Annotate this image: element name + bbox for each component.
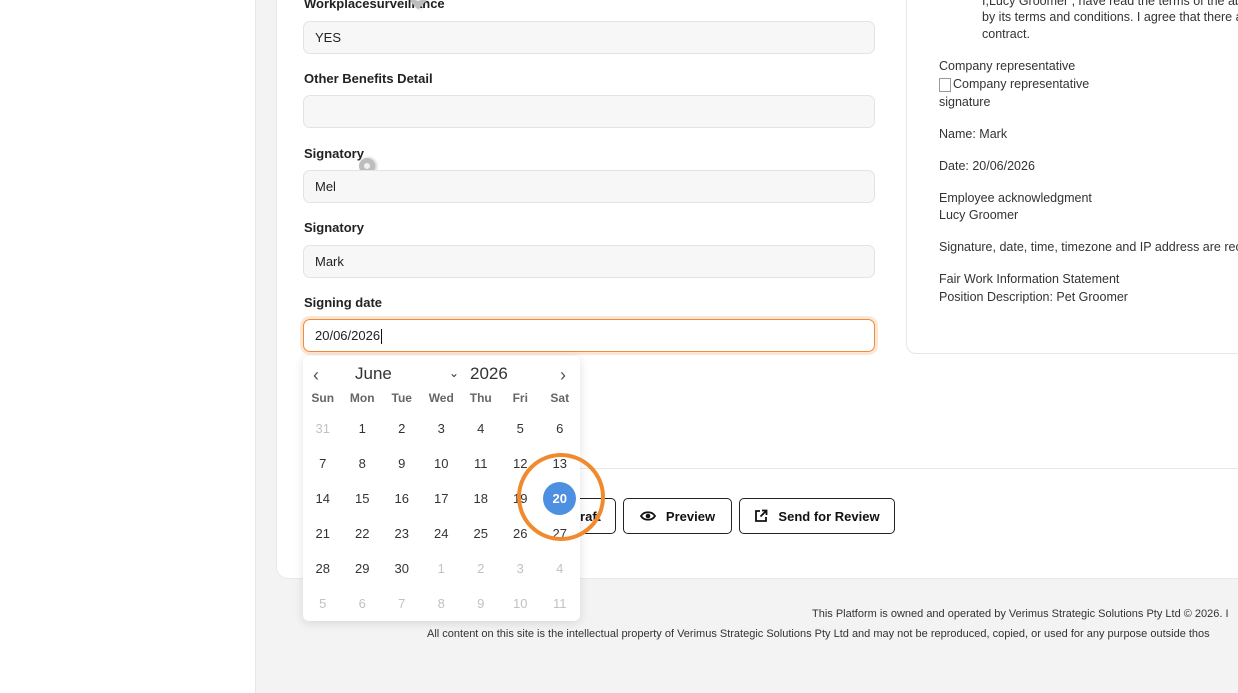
weekday-header: Wed bbox=[428, 391, 454, 405]
calendar-day[interactable]: 26 bbox=[501, 516, 541, 551]
date-picker-popup: ‹ June ⌄ 2026 › Sun Mon Tue Wed Thu Fri Sat 31 1… bbox=[303, 356, 580, 621]
calendar-day[interactable]: 2 bbox=[382, 411, 422, 446]
calendar-day[interactable]: 1 bbox=[422, 551, 462, 586]
weekday-header: Mon bbox=[349, 391, 375, 405]
calendar-day[interactable]: 2 bbox=[461, 551, 501, 586]
footer-copyright: All content on this site is the intellec… bbox=[427, 628, 1210, 640]
weekday-header: Tue bbox=[391, 391, 412, 405]
company-rep-label: Company representative bbox=[939, 59, 1076, 73]
doc-fair-work-statement: Fair Work Information Statement bbox=[939, 272, 1120, 286]
calendar-day[interactable]: 19 bbox=[501, 481, 541, 516]
text-caret bbox=[381, 329, 383, 345]
weekday-header: Sat bbox=[550, 391, 570, 405]
chevron-down-icon[interactable]: ⌄ bbox=[449, 366, 459, 380]
calendar-day[interactable]: 11 bbox=[461, 446, 501, 481]
left-blank-area bbox=[0, 0, 256, 693]
calendar-day[interactable]: 28 bbox=[303, 551, 343, 586]
terms-line-2: by its terms and conditions. I agree tha… bbox=[982, 10, 1238, 24]
calendar-day[interactable]: 25 bbox=[461, 516, 501, 551]
calendar-day[interactable]: 5 bbox=[303, 586, 343, 621]
calendar-day[interactable]: 6 bbox=[540, 411, 580, 446]
section-divider bbox=[580, 468, 1238, 469]
calendar-day[interactable]: 14 bbox=[303, 481, 343, 516]
employee-ack-label: Employee acknowledgment bbox=[939, 191, 1092, 205]
calendar-day[interactable]: 22 bbox=[343, 516, 383, 551]
calendar-day[interactable]: 3 bbox=[422, 411, 462, 446]
calendar-day[interactable]: 21 bbox=[303, 516, 343, 551]
calendar-day[interactable]: 8 bbox=[343, 446, 383, 481]
calendar-day[interactable]: 27 bbox=[540, 516, 580, 551]
label-signatory-2: Signatory bbox=[304, 220, 364, 235]
calendar-day[interactable]: 4 bbox=[461, 411, 501, 446]
eye-icon bbox=[639, 511, 656, 521]
weekday-header: Fri bbox=[512, 391, 528, 405]
calendar-day[interactable]: 16 bbox=[382, 481, 422, 516]
calendar-day[interactable]: 9 bbox=[461, 586, 501, 621]
calendar-day[interactable]: 7 bbox=[303, 446, 343, 481]
weekday-header: Thu bbox=[469, 391, 492, 405]
terms-line-3: contract. bbox=[982, 27, 1030, 41]
signatory-2-field[interactable]: Mark bbox=[303, 245, 875, 278]
employee-ack-name: Lucy Groomer bbox=[939, 208, 1019, 222]
calendar-day[interactable]: 17 bbox=[422, 481, 462, 516]
calendar-day[interactable]: 30 bbox=[382, 551, 422, 586]
calendar-day[interactable]: 15 bbox=[343, 481, 383, 516]
external-link-icon bbox=[755, 509, 768, 522]
calendar-day[interactable]: 7 bbox=[382, 586, 422, 621]
calendar-day[interactable]: 11 bbox=[540, 586, 580, 621]
next-month-icon[interactable]: › bbox=[560, 365, 566, 386]
preview-button[interactable]: Preview bbox=[623, 498, 732, 534]
rep-name: Name: Mark bbox=[939, 127, 1008, 141]
company-rep-alt-text-2: signature bbox=[939, 95, 991, 109]
preview-label: Preview bbox=[665, 508, 716, 524]
date-picker-header: ‹ June ⌄ 2026 › bbox=[303, 356, 580, 392]
send-for-review-label: Send for Review bbox=[778, 508, 880, 524]
month-select[interactable]: June bbox=[355, 364, 392, 384]
signature-note: Signature, date, time, timezone and IP a… bbox=[939, 240, 1238, 254]
year-input[interactable]: 2026 bbox=[470, 364, 508, 384]
calendar-day[interactable]: 18 bbox=[461, 481, 501, 516]
label-signing-date: Signing date bbox=[304, 295, 382, 310]
calendar-day[interactable]: 24 bbox=[422, 516, 462, 551]
calendar-day[interactable]: 5 bbox=[501, 411, 541, 446]
rep-date: Date: 20/06/2026 bbox=[939, 159, 1035, 173]
label-signatory-1: Signatory bbox=[304, 146, 364, 161]
calendar-day[interactable]: 29 bbox=[343, 551, 383, 586]
calendar-day[interactable]: 31 bbox=[303, 411, 343, 446]
calendar-day[interactable]: 13 bbox=[540, 446, 580, 481]
calendar-day[interactable]: 12 bbox=[501, 446, 541, 481]
broken-image-icon bbox=[939, 77, 951, 92]
calendar-day[interactable]: 8 bbox=[422, 586, 462, 621]
calendar-day[interactable]: 4 bbox=[540, 551, 580, 586]
calendar-day[interactable]: 10 bbox=[501, 586, 541, 621]
send-for-review-button[interactable]: Send for Review bbox=[739, 498, 895, 534]
signing-date-value: 20/06/2026 bbox=[315, 328, 381, 343]
calendar-day[interactable]: 23 bbox=[382, 516, 422, 551]
label-other-benefits-detail: Other Benefits Detail bbox=[304, 71, 433, 86]
signing-date-input[interactable]: 20/06/2026 bbox=[303, 319, 875, 352]
weekday-header: Sun bbox=[311, 391, 335, 405]
workplace-surveillance-field[interactable]: YES bbox=[303, 21, 875, 54]
footer-ownership: This Platform is owned and operated by V… bbox=[812, 608, 1229, 620]
calendar-day[interactable]: 1 bbox=[343, 411, 383, 446]
signatory-1-field[interactable]: Mel bbox=[303, 170, 875, 203]
company-rep-signature-image: Company representative bbox=[939, 75, 1089, 93]
calendar-day[interactable]: 9 bbox=[382, 446, 422, 481]
company-rep-alt-text-1: Company representative bbox=[953, 77, 1090, 91]
save-draft-label: raft bbox=[580, 508, 601, 524]
calendar-day[interactable]: 3 bbox=[501, 551, 541, 586]
previous-month-icon[interactable]: ‹ bbox=[313, 365, 319, 386]
calendar-day[interactable]: 10 bbox=[422, 446, 462, 481]
doc-position-description: Position Description: Pet Groomer bbox=[939, 290, 1128, 304]
calendar-day[interactable]: 6 bbox=[343, 586, 383, 621]
other-benefits-detail-field[interactable] bbox=[303, 95, 875, 128]
selected-day[interactable]: 20 bbox=[540, 481, 580, 516]
